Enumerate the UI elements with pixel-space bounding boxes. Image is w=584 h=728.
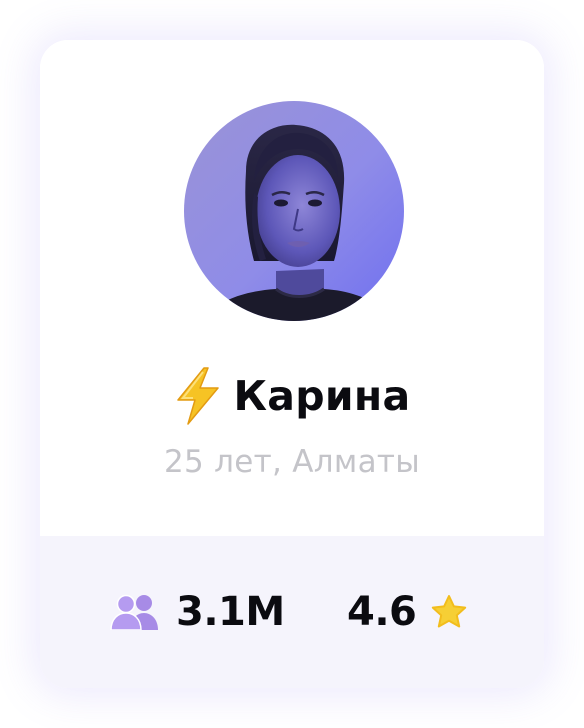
followers-count: 3.1M bbox=[176, 589, 285, 635]
profile-name: Карина bbox=[233, 372, 411, 420]
avatar[interactable] bbox=[184, 101, 404, 321]
profile-card[interactable]: Карина 25 лет, Алматы 3.1M 4.6 bbox=[40, 40, 544, 688]
followers-stat[interactable]: 3.1M bbox=[110, 586, 285, 638]
profile-header: Карина 25 лет, Алматы bbox=[40, 40, 544, 536]
star-icon bbox=[430, 594, 468, 630]
users-icon bbox=[110, 594, 160, 630]
profile-details: 25 лет, Алматы bbox=[163, 444, 421, 480]
stats-bar: 3.1M 4.6 bbox=[40, 536, 544, 688]
avatar-image bbox=[184, 101, 404, 321]
rating-value: 4.6 bbox=[347, 589, 417, 635]
lightning-icon bbox=[177, 367, 220, 425]
name-row: Карина bbox=[40, 367, 544, 425]
rating-stat[interactable]: 4.6 bbox=[347, 586, 468, 638]
